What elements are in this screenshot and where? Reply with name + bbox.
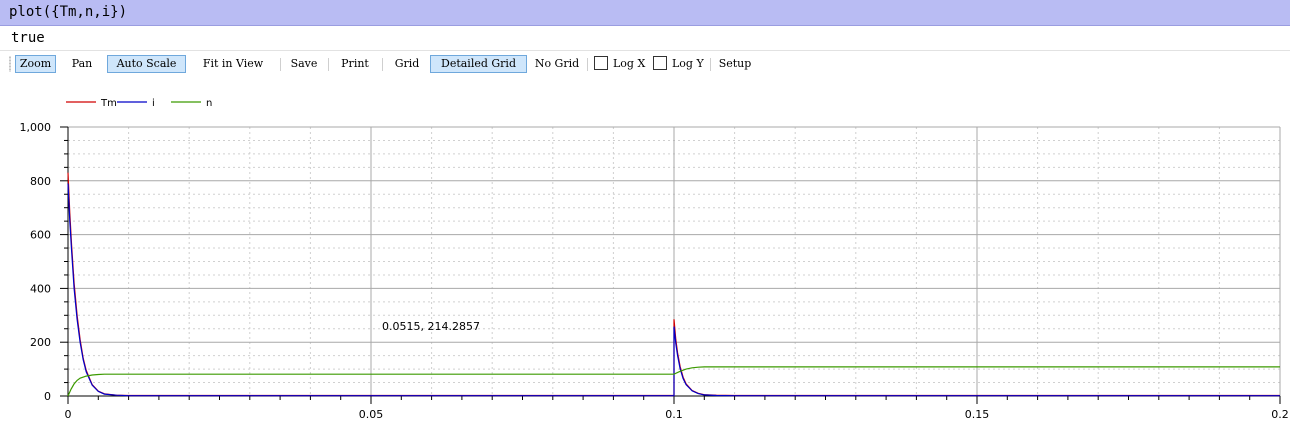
y-tick-label: 0 <box>44 390 51 403</box>
setup-button[interactable]: Setup <box>716 55 754 73</box>
y-tick-label: 200 <box>30 336 51 349</box>
log-y-label: Log Y <box>672 57 704 70</box>
toolbar-separator <box>587 58 588 71</box>
print-button[interactable]: Print <box>336 55 374 73</box>
legend: Tm i n <box>66 98 212 109</box>
checkbox-box-icon[interactable] <box>653 56 667 70</box>
x-tick-label: 0.05 <box>359 408 384 421</box>
pan-button[interactable]: Pan <box>66 55 98 73</box>
y-tick-label: 400 <box>30 282 51 295</box>
x-tick-label: 0 <box>65 408 72 421</box>
checkbox-box-icon[interactable] <box>594 56 608 70</box>
fit-in-view-button[interactable]: Fit in View <box>193 55 273 73</box>
zoom-button[interactable]: Zoom <box>15 55 56 73</box>
toolbar-separator <box>382 58 383 71</box>
cursor-readout: 0.0515, 214.2857 <box>382 320 480 333</box>
toolbar-separator <box>280 58 281 71</box>
auto-scale-button[interactable]: Auto Scale <box>107 55 186 73</box>
plot-toolbar: Zoom Pan Auto Scale Fit in View Save Pri… <box>0 53 1290 75</box>
toolbar-grip-icon[interactable] <box>9 56 11 72</box>
y-tick-label: 600 <box>30 229 51 242</box>
x-tick-label: 0.1 <box>665 408 683 421</box>
y-tick-label: 800 <box>30 175 51 188</box>
axes: 0 0.05 0.1 0.15 0.2 0 200 400 600 800 1,000 <box>20 121 1289 421</box>
legend-label-i: i <box>152 98 155 109</box>
command-text: plot({Tm,n,i}) <box>9 4 128 20</box>
save-button[interactable]: Save <box>287 55 321 73</box>
command-bar[interactable]: plot({Tm,n,i}) <box>0 0 1290 26</box>
grid-button[interactable]: Grid <box>390 55 424 73</box>
detailed-grid-button[interactable]: Detailed Grid <box>430 55 527 73</box>
log-x-label: Log X <box>613 57 646 70</box>
toolbar-separator <box>710 58 711 71</box>
divider <box>0 50 1290 51</box>
legend-label-tm: Tm <box>100 98 117 109</box>
toolbar-separator <box>328 58 329 71</box>
result-text: true <box>11 30 45 46</box>
plot-area[interactable]: Tm i n 0 0.05 0.1 0.15 0.2 0 200 400 600 800 1,000 0… <box>0 78 1290 433</box>
x-tick-label: 0.15 <box>965 408 990 421</box>
no-grid-button[interactable]: No Grid <box>532 55 582 73</box>
log-y-checkbox[interactable]: Log Y <box>653 55 704 73</box>
y-tick-label: 1,000 <box>20 121 52 134</box>
log-x-checkbox[interactable]: Log X <box>594 55 645 73</box>
x-tick-label: 0.2 <box>1271 408 1289 421</box>
legend-label-n: n <box>206 98 212 109</box>
